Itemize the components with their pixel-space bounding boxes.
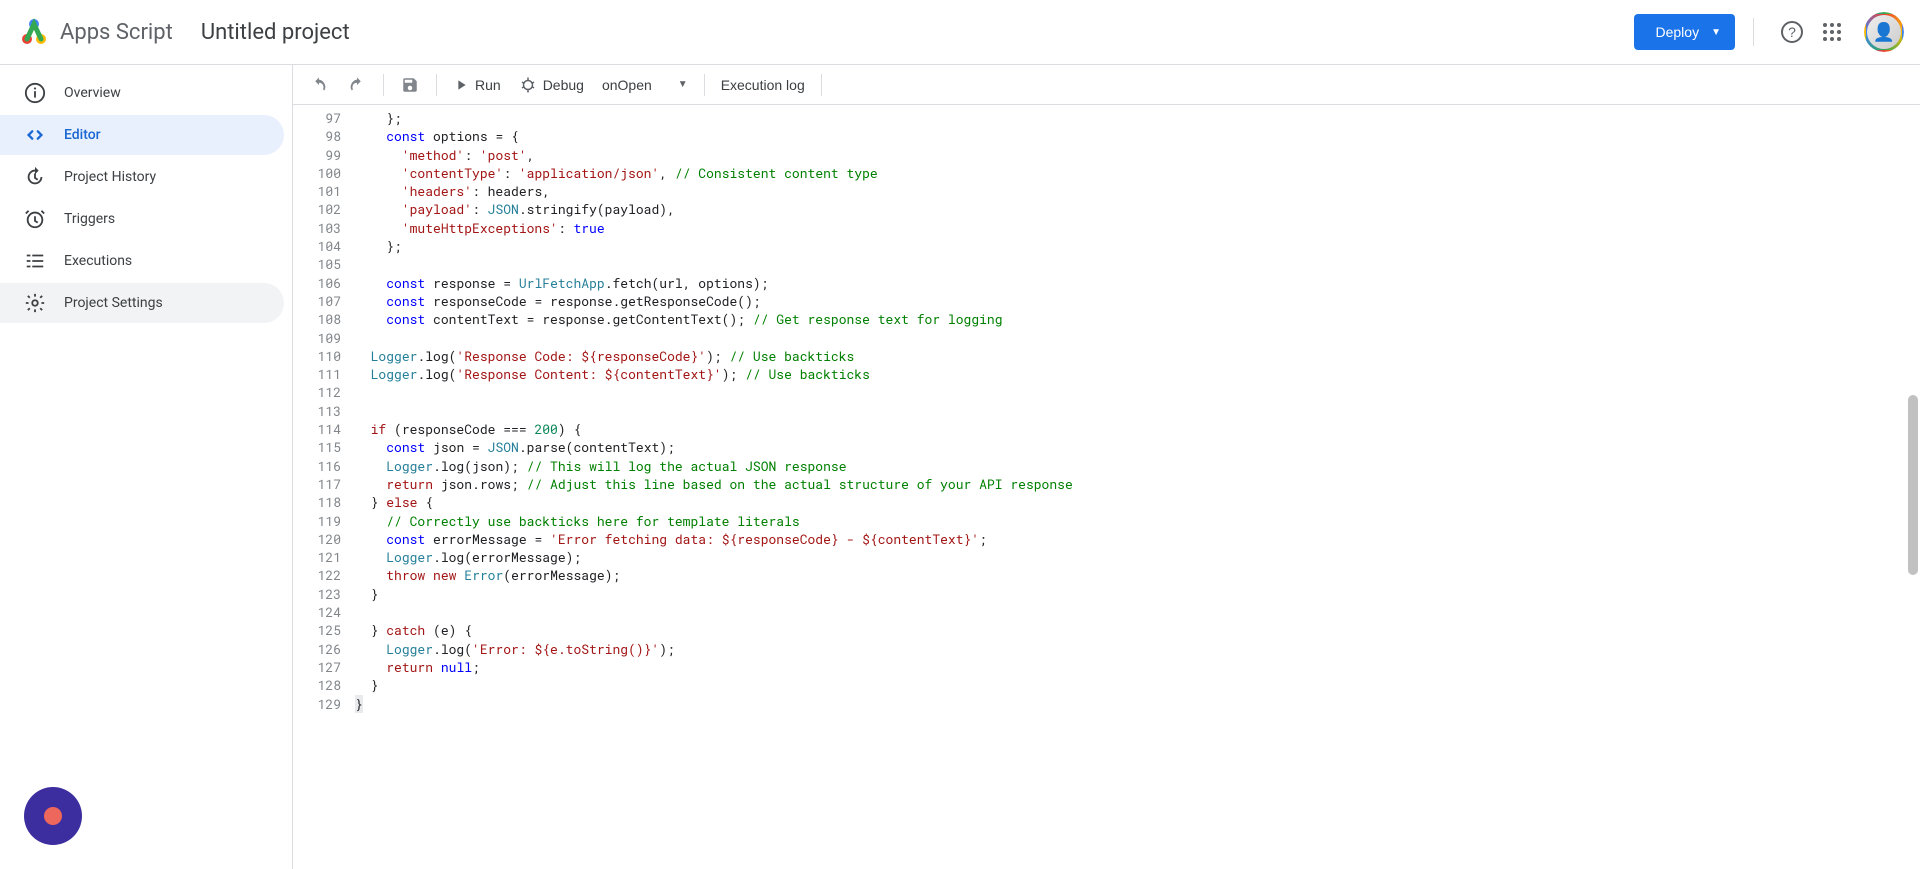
code-icon (24, 124, 46, 146)
bug-icon (519, 76, 537, 94)
chevron-down-icon: ▼ (1711, 27, 1721, 38)
product-name: Apps Script (60, 20, 173, 45)
undo-button[interactable] (301, 67, 337, 103)
line-gutter: 9798991001011021031041051061071081091101… (293, 105, 351, 869)
apps-button[interactable] (1812, 12, 1852, 52)
editor-area: Run Debug onOpen ▼ Execution log 9798991… (293, 65, 1920, 869)
code-content[interactable]: }; const options = { 'method': 'post', '… (351, 105, 1920, 869)
project-title[interactable]: Untitled project (201, 20, 350, 45)
sidebar: Overview Editor Project History Triggers Exe… (0, 65, 293, 869)
sidebar-item-label: Editor (64, 127, 101, 143)
help-icon: ? (1780, 20, 1804, 44)
record-button[interactable] (24, 787, 82, 845)
account-avatar[interactable]: 👤 (1864, 12, 1904, 52)
sidebar-item-editor[interactable]: Editor (0, 115, 284, 155)
list-icon (24, 250, 46, 272)
save-button[interactable] (392, 67, 428, 103)
redo-icon (348, 76, 366, 94)
sidebar-item-label: Project History (64, 169, 156, 185)
deploy-label: Deploy (1656, 24, 1700, 40)
alarm-icon (24, 208, 46, 230)
toolbar: Run Debug onOpen ▼ Execution log (293, 65, 1920, 105)
sidebar-item-executions[interactable]: Executions (0, 241, 284, 281)
function-select[interactable]: onOpen ▼ (594, 67, 696, 103)
function-name: onOpen (602, 77, 652, 93)
gear-icon (24, 292, 46, 314)
debug-label: Debug (543, 77, 584, 93)
redo-button[interactable] (339, 67, 375, 103)
divider (1753, 18, 1754, 46)
sidebar-item-label: Executions (64, 253, 132, 269)
code-editor[interactable]: 9798991001011021031041051061071081091101… (293, 105, 1920, 869)
deploy-button[interactable]: Deploy ▼ (1634, 14, 1736, 50)
vertical-scrollbar[interactable] (1908, 395, 1918, 575)
header: Apps Script Untitled project Deploy ▼ ? … (0, 0, 1920, 65)
save-icon (401, 76, 419, 94)
sidebar-item-history[interactable]: Project History (0, 157, 284, 197)
sidebar-item-label: Overview (64, 85, 121, 101)
apps-script-logo (16, 14, 52, 50)
play-icon (453, 77, 469, 93)
sidebar-item-label: Project Settings (64, 295, 163, 311)
record-icon (44, 807, 62, 825)
apps-icon (1823, 23, 1841, 41)
sidebar-item-settings[interactable]: Project Settings (0, 283, 284, 323)
sidebar-item-triggers[interactable]: Triggers (0, 199, 284, 239)
execution-log-label: Execution log (721, 77, 805, 93)
execution-log-button[interactable]: Execution log (713, 67, 813, 103)
run-label: Run (475, 77, 501, 93)
run-button[interactable]: Run (445, 67, 509, 103)
main: Overview Editor Project History Triggers Exe… (0, 65, 1920, 869)
help-button[interactable]: ? (1772, 12, 1812, 52)
history-icon (24, 166, 46, 188)
sidebar-item-overview[interactable]: Overview (0, 73, 284, 113)
undo-icon (310, 76, 328, 94)
chevron-down-icon: ▼ (678, 79, 688, 90)
debug-button[interactable]: Debug (511, 67, 592, 103)
info-icon (24, 82, 46, 104)
sidebar-item-label: Triggers (64, 211, 115, 227)
svg-text:?: ? (1788, 24, 1796, 40)
